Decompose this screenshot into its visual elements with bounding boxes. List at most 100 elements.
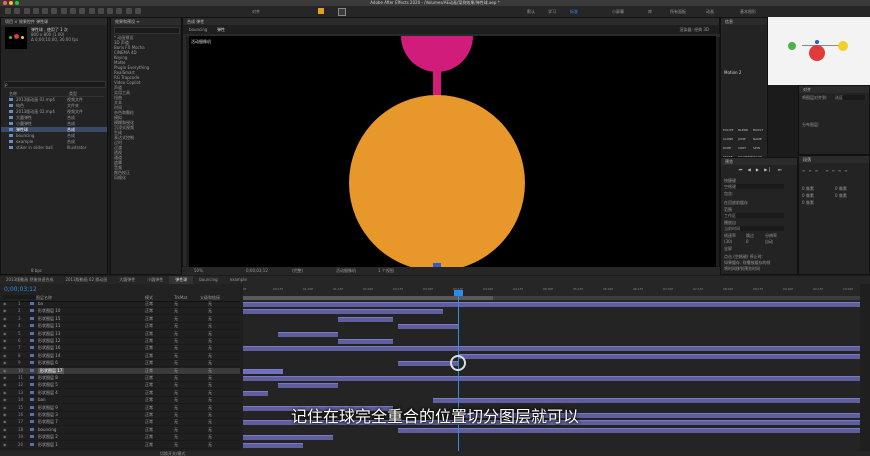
layer-mode-dropdown[interactable]: 正常	[145, 353, 153, 359]
rectangle-tool-icon[interactable]	[69, 8, 76, 14]
layer-trkmat-dropdown[interactable]: 无	[174, 323, 178, 329]
toggle-switches-modes[interactable]: 切换开关/模式	[160, 451, 185, 456]
3d-view-dropdown[interactable]: 活动摄像机	[336, 267, 356, 275]
layer-duration-bar[interactable]	[398, 427, 860, 433]
layer-row[interactable]: ◉ 1 ba 正常 无 无	[0, 301, 240, 308]
layer-mode-dropdown[interactable]: 正常	[145, 368, 153, 374]
layer-row[interactable]: ◉ 6 形状图层 12 正常 无 无	[0, 338, 240, 345]
layer-duration-bar[interactable]	[278, 383, 338, 389]
layer-label-color[interactable]	[30, 427, 34, 431]
timeline-tab[interactable]: 大圆弹性	[113, 276, 141, 284]
layer-row[interactable]: ◉ 11 形状图层 8 正常 无 无	[0, 375, 240, 382]
align-tab[interactable]: 对齐	[799, 86, 869, 93]
motion-button[interactable]: SORT	[738, 146, 746, 150]
first-line-indent[interactable]: 0 像素	[802, 200, 814, 205]
zoom-tool-icon[interactable]	[32, 8, 39, 14]
layer-label-color[interactable]	[30, 368, 34, 372]
layer-parent-dropdown[interactable]: 无	[208, 360, 212, 366]
minimize-window-icon[interactable]	[9, 1, 13, 5]
visibility-eye-icon[interactable]: ◉	[3, 427, 7, 433]
renderer-label[interactable]: 渲染器: 经典 3D	[679, 27, 709, 32]
project-item[interactable]: 小圆弹性 合成	[1, 121, 107, 126]
fill-color-swatch[interactable]	[318, 8, 324, 14]
layer-duration-bar[interactable]	[243, 390, 268, 396]
motion-button[interactable]: BLEND	[738, 128, 748, 132]
workspace-learn[interactable]: 学习	[548, 9, 556, 15]
time-ruler[interactable]: 0f 00:15f 01:00f 01:15f 02:00f 02:15f 03:00f 03…	[243, 284, 860, 301]
workspace-small-screen[interactable]: 小屏幕	[612, 9, 624, 15]
timeline-tab[interactable]: 2013版動画 然後快速合成	[0, 276, 59, 284]
layer-parent-dropdown[interactable]: 无	[208, 427, 212, 433]
clone-stamp-tool-icon[interactable]	[107, 8, 114, 14]
rotate-tool-icon[interactable]	[42, 8, 49, 14]
layer-name[interactable]: 形状图层 17	[38, 367, 65, 374]
layer-name[interactable]: 形状图层 11	[38, 323, 60, 329]
indent-left[interactable]: 0 像素	[802, 186, 814, 191]
fps-dropdown[interactable]: (30)	[724, 239, 732, 244]
layer-mode-dropdown[interactable]: 正常	[145, 390, 153, 396]
project-item[interactable]: 2013版动画 01.mp4 视频文件	[1, 97, 107, 102]
project-item[interactable]: 弹性球 合成	[1, 127, 107, 132]
visibility-eye-icon[interactable]: ◉	[3, 434, 7, 440]
trkmat-header[interactable]: TrkMat	[174, 295, 187, 300]
layer-mode-dropdown[interactable]: 正常	[145, 301, 153, 307]
type-tool-icon[interactable]	[88, 8, 95, 14]
layer-name[interactable]: 形状图层 5	[38, 382, 58, 388]
composition-viewer[interactable]: 活动摄像机	[189, 36, 716, 267]
layer-trkmat-dropdown[interactable]: 无	[174, 301, 178, 307]
visibility-eye-icon[interactable]: ◉	[3, 316, 7, 322]
snap-toggle[interactable]: 对齐	[252, 9, 260, 15]
layer-duration-bar[interactable]	[243, 302, 860, 307]
layer-trkmat-dropdown[interactable]: 无	[174, 382, 178, 388]
align-to-dropdown[interactable]: 选区	[835, 95, 865, 100]
visibility-eye-icon[interactable]: ◉	[3, 308, 7, 314]
visibility-eye-icon[interactable]: ◉	[3, 338, 7, 344]
layer-label-color[interactable]	[30, 316, 34, 320]
layer-trkmat-dropdown[interactable]: 无	[174, 353, 178, 359]
layer-parent-dropdown[interactable]: 无	[208, 301, 212, 307]
motion-button[interactable]: JUMP	[738, 137, 745, 141]
layer-row[interactable]: ◉ 12 形状图层 5 正常 无 无	[0, 382, 240, 390]
workspace-standard[interactable]: 标准	[570, 9, 578, 15]
workspace-all-panels[interactable]: 所有面板	[670, 9, 686, 15]
layer-name[interactable]: 形状图层 14	[38, 353, 60, 359]
effects-search-input[interactable]	[114, 27, 180, 34]
layer-trkmat-dropdown[interactable]: 无	[174, 345, 178, 351]
layer-row[interactable]: ◉ 7 形状图层 16 正常 无 无	[0, 345, 240, 353]
layer-trkmat-dropdown[interactable]: 无	[174, 338, 178, 344]
visibility-eye-icon[interactable]: ◉	[3, 353, 7, 359]
eraser-tool-icon[interactable]	[116, 8, 123, 14]
layer-parent-dropdown[interactable]: 无	[208, 390, 212, 396]
layer-row[interactable]: ◉ 3 形状图层 15 正常 无 无	[0, 316, 240, 323]
motion-button[interactable]: ROPE	[723, 146, 731, 150]
timeline-tracks[interactable]	[243, 301, 860, 451]
bpc-indicator[interactable]: 8 bpc	[31, 268, 42, 273]
timeline-tab[interactable]: 小圆弹性	[141, 276, 169, 284]
type-column-header[interactable]: 类型	[69, 91, 77, 96]
preview-tab[interactable]: 预览	[721, 158, 797, 165]
project-item[interactable]: 大圆弹性 合成	[1, 115, 107, 120]
timeline-tab[interactable]: 2013版動画 02 换动画	[59, 276, 113, 284]
project-item[interactable]: stiker in slider ball Illustrator	[1, 145, 107, 150]
puppet-tool-icon[interactable]	[134, 8, 141, 14]
layer-parent-dropdown[interactable]: 无	[208, 331, 212, 337]
layer-label-color[interactable]	[30, 435, 34, 439]
layer-mode-dropdown[interactable]: 正常	[145, 316, 153, 322]
zoom-window-icon[interactable]	[15, 1, 19, 5]
layer-label-color[interactable]	[30, 376, 34, 379]
view-layout-dropdown[interactable]: 1 个视图	[378, 267, 394, 275]
composition-tab[interactable]: 合成 弹性	[183, 18, 719, 25]
layer-parent-dropdown[interactable]: 无	[208, 375, 212, 381]
layer-duration-bar[interactable]	[338, 316, 393, 322]
layer-duration-bar[interactable]	[243, 309, 443, 315]
skip-field[interactable]: 0	[746, 239, 749, 244]
layer-duration-bar[interactable]	[243, 368, 283, 374]
layer-label-color[interactable]	[30, 442, 34, 446]
layer-row[interactable]: ◉ 9 形状图层 6 正常 无 无	[0, 360, 240, 368]
layer-mode-dropdown[interactable]: 正常	[145, 345, 153, 351]
home-icon[interactable]	[5, 8, 11, 14]
layer-duration-bar[interactable]	[278, 331, 338, 337]
zoom-dropdown[interactable]: 50%	[194, 267, 203, 275]
brush-tool-icon[interactable]	[97, 8, 104, 14]
layer-trkmat-dropdown[interactable]: 无	[174, 390, 178, 396]
